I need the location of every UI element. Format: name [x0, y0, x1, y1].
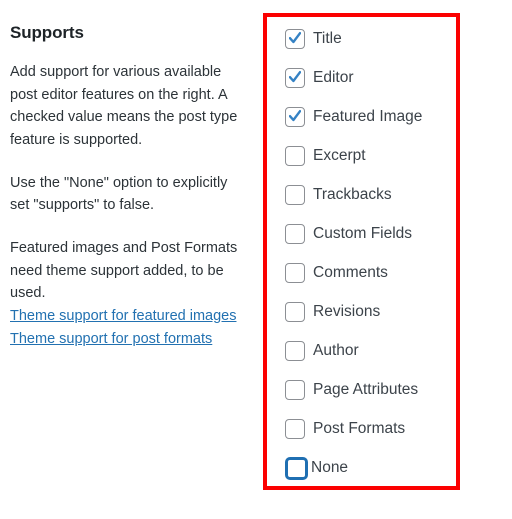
checkbox-label: Author	[313, 342, 359, 360]
checkmark-icon	[289, 109, 301, 124]
checkbox-row-editor[interactable]: Editor	[285, 67, 455, 89]
checkbox-author[interactable]	[285, 341, 305, 361]
checkbox-label: Custom Fields	[313, 225, 413, 243]
checkbox-row-revisions[interactable]: Revisions	[285, 301, 455, 323]
checkbox-trackbacks[interactable]	[285, 185, 305, 205]
checkbox-label: Editor	[313, 69, 354, 87]
checkbox-comments[interactable]	[285, 263, 305, 283]
description-paragraph-3: Featured images and Post Formats need th…	[10, 239, 238, 302]
supports-settings-panel: Supports Add support for various availab…	[0, 0, 512, 519]
checkbox-row-excerpt[interactable]: Excerpt	[285, 145, 455, 167]
checkbox-page-attributes[interactable]	[285, 380, 305, 400]
page-title: Supports	[10, 23, 84, 42]
description-paragraph-2: Use the "None" option to explicitly set …	[10, 174, 228, 214]
checkbox-label: Page Attributes	[313, 381, 419, 399]
checkmark-icon	[289, 31, 301, 46]
supports-description-column: Supports Add support for various availab…	[10, 22, 250, 351]
description-paragraph-1: Add support for various available post e…	[10, 64, 238, 149]
checkbox-featured-image[interactable]	[285, 107, 305, 127]
checkbox-row-comments[interactable]: Comments	[285, 262, 455, 284]
checkbox-editor[interactable]	[285, 68, 305, 88]
checkbox-revisions[interactable]	[285, 302, 305, 322]
checkbox-row-author[interactable]: Author	[285, 340, 455, 362]
checkbox-label: Post Formats	[313, 420, 406, 438]
link-theme-support-featured-images[interactable]: Theme support for featured images	[10, 305, 250, 328]
checkbox-row-featured-image[interactable]: Featured Image	[285, 106, 455, 128]
link-theme-support-post-formats[interactable]: Theme support for post formats	[10, 328, 250, 351]
checkbox-label: Excerpt	[313, 147, 366, 165]
checkbox-row-title[interactable]: Title	[285, 28, 455, 50]
checkbox-row-none[interactable]: None	[285, 456, 455, 480]
checkbox-label: Revisions	[313, 303, 381, 321]
supports-checkbox-group-highlight: Title Editor Featured Image Excerpt Trac…	[263, 13, 460, 490]
checkbox-custom-fields[interactable]	[285, 224, 305, 244]
checkbox-row-custom-fields[interactable]: Custom Fields	[285, 223, 455, 245]
checkmark-icon	[289, 70, 301, 85]
checkbox-label: Title	[313, 30, 342, 48]
supports-checkbox-list: Title Editor Featured Image Excerpt Trac…	[285, 28, 455, 480]
checkbox-label: None	[311, 459, 349, 477]
checkbox-label: Trackbacks	[313, 186, 392, 204]
checkbox-row-page-attributes[interactable]: Page Attributes	[285, 379, 455, 401]
checkbox-label: Featured Image	[313, 108, 423, 126]
checkbox-excerpt[interactable]	[285, 146, 305, 166]
documentation-links: Theme support for featured images Theme …	[10, 305, 250, 351]
checkbox-title[interactable]	[285, 29, 305, 49]
checkbox-label: Comments	[313, 264, 388, 282]
checkbox-none[interactable]	[285, 456, 308, 480]
checkbox-row-post-formats[interactable]: Post Formats	[285, 418, 455, 440]
checkbox-post-formats[interactable]	[285, 419, 305, 439]
checkbox-row-trackbacks[interactable]: Trackbacks	[285, 184, 455, 206]
